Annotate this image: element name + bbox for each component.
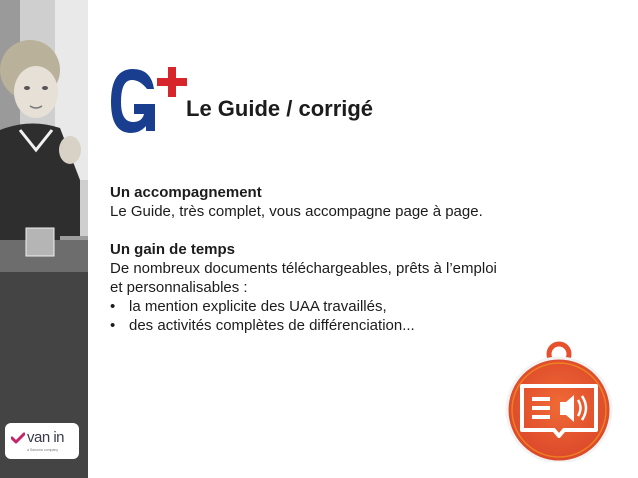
g-plus-logo xyxy=(111,67,187,133)
section-heading: Un accompagnement xyxy=(110,184,262,201)
page-title: Le Guide / corrigé xyxy=(186,96,374,121)
section-heading: Un gain de temps xyxy=(110,241,236,258)
bullet-icon: • xyxy=(110,317,116,334)
section-text: De nombreux documents téléchargeables, p… xyxy=(110,260,497,277)
section-text: et personnalisables : xyxy=(110,279,248,296)
logo-name: van in xyxy=(27,429,65,446)
left-band: van in a Sanoma company xyxy=(0,0,88,478)
checkmark-icon xyxy=(11,432,25,444)
van-in-logo: van in a Sanoma company xyxy=(5,423,79,459)
content-block: Un accompagnement Le Guide, très complet… xyxy=(110,183,580,335)
list-item: • des activités complètes de différencia… xyxy=(110,316,580,335)
list-item-text: la mention explicite des UAA travaillés, xyxy=(129,298,387,315)
bullet-icon: • xyxy=(110,298,116,315)
student-photo xyxy=(0,0,88,272)
list-item-text: des activités complètes de différenciati… xyxy=(129,317,415,334)
guide-audio-book-icon xyxy=(505,341,613,462)
section-text: Le Guide, très complet, vous accompagne … xyxy=(110,203,483,220)
logo-tagline: a Sanoma company xyxy=(27,448,59,452)
slide: van in a Sanoma company Le Guide / corri… xyxy=(0,0,638,478)
list-item: • la mention explicite des UAA travaillé… xyxy=(110,297,580,316)
